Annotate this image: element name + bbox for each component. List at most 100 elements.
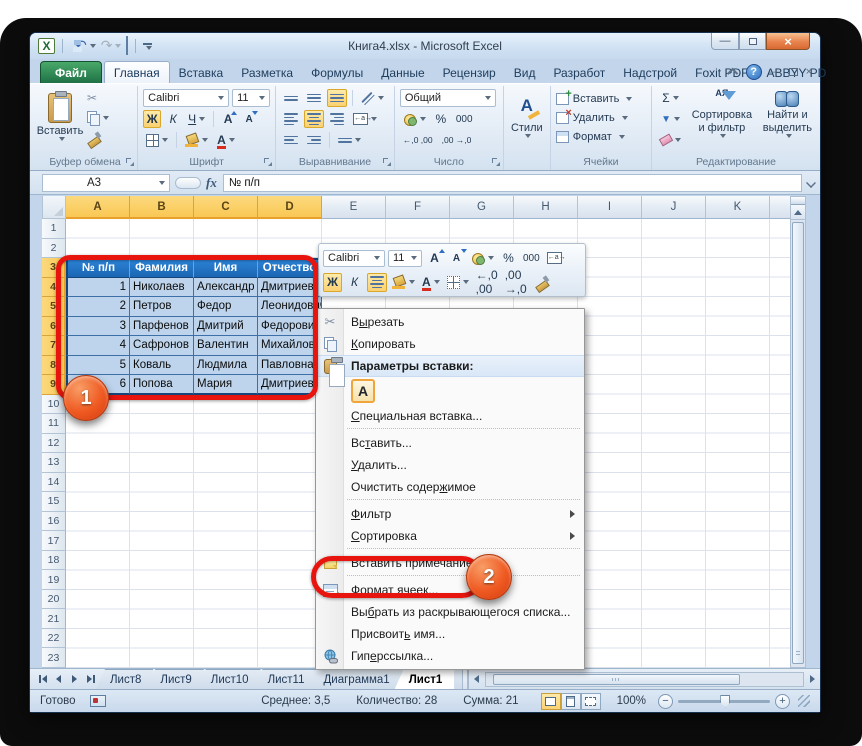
table-cell[interactable]: 5 bbox=[66, 356, 130, 376]
italic-button[interactable]: К bbox=[164, 110, 182, 128]
row-header-9[interactable]: 9 bbox=[42, 375, 66, 395]
sheet-tab-sheet1[interactable]: Лист1 bbox=[395, 669, 455, 689]
decrease-indent-button[interactable] bbox=[281, 131, 301, 149]
column-header-C[interactable]: C bbox=[194, 196, 258, 219]
table-cell[interactable]: 6 bbox=[66, 375, 130, 395]
row-header-1[interactable]: 1 bbox=[42, 219, 66, 239]
mini-center-button[interactable] bbox=[367, 273, 387, 292]
sort-filter-button[interactable]: АЯ Сортировка и фильтр bbox=[688, 89, 756, 149]
table-cell[interactable]: Мария bbox=[194, 375, 258, 395]
sheet-tab-sheet8[interactable]: Лист8 bbox=[96, 669, 153, 689]
row-header-21[interactable]: 21 bbox=[42, 609, 66, 629]
table-cell[interactable]: Дмитрий bbox=[194, 317, 258, 337]
mini-decrease-decimal-button[interactable]: ,00→,0 bbox=[503, 273, 529, 292]
workbook-restore-button[interactable] bbox=[789, 68, 798, 76]
mini-bold-button[interactable]: Ж bbox=[323, 273, 342, 292]
row-header-14[interactable]: 14 bbox=[42, 473, 66, 493]
format-painter-button[interactable] bbox=[85, 129, 111, 147]
wrap-text-button[interactable] bbox=[335, 131, 364, 149]
mini-merge-button[interactable] bbox=[545, 249, 564, 268]
column-header-L[interactable]: L bbox=[770, 196, 790, 219]
horizontal-scrollbar[interactable] bbox=[468, 669, 820, 689]
table-cell[interactable]: Дмитриевич bbox=[258, 278, 322, 298]
menu-item-insert-cells[interactable]: Вставить... bbox=[316, 432, 584, 454]
middle-align-button[interactable] bbox=[304, 89, 324, 107]
row-header-22[interactable]: 22 bbox=[42, 629, 66, 649]
print-preview-button[interactable] bbox=[126, 37, 128, 55]
resize-grip[interactable] bbox=[798, 695, 810, 707]
percent-style-button[interactable]: % bbox=[432, 110, 450, 128]
row-header-16[interactable]: 16 bbox=[42, 512, 66, 532]
zoom-out-button[interactable]: − bbox=[658, 694, 673, 709]
row-header-8[interactable]: 8 bbox=[42, 356, 66, 376]
sheet-tab-chart1[interactable]: Диаграмма1 bbox=[310, 669, 402, 689]
column-header-H[interactable]: H bbox=[514, 196, 578, 219]
align-right-button[interactable] bbox=[327, 110, 347, 128]
scroll-left-button[interactable] bbox=[469, 672, 484, 687]
first-sheet-button[interactable] bbox=[36, 673, 49, 686]
table-header-cell[interactable]: № п/п bbox=[66, 260, 130, 278]
font-color-button[interactable]: A bbox=[214, 131, 238, 149]
paste-option-paste-values[interactable]: A bbox=[351, 379, 375, 403]
mini-font-name-select[interactable]: Calibri bbox=[323, 250, 385, 267]
table-cell[interactable]: Валентин bbox=[194, 336, 258, 356]
mini-comma-button[interactable]: 000 bbox=[521, 249, 542, 268]
table-header-cell[interactable]: Отчество bbox=[258, 260, 322, 278]
underline-button[interactable]: Ч bbox=[185, 110, 208, 128]
table-header-cell[interactable]: Имя bbox=[194, 260, 258, 278]
zoom-in-button[interactable]: + bbox=[775, 694, 790, 709]
row-header-6[interactable]: 6 bbox=[42, 317, 66, 337]
sheet-tab-sheet10[interactable]: Лист10 bbox=[197, 669, 261, 689]
row-header-10[interactable]: 10 bbox=[42, 395, 66, 415]
fill-button[interactable]: ▼ bbox=[657, 110, 684, 128]
table-cell[interactable]: Парфенов bbox=[130, 317, 194, 337]
format-button[interactable]: Формат bbox=[556, 127, 646, 146]
table-cell[interactable]: Дмитриевна bbox=[258, 375, 322, 395]
menu-item-delete-cells[interactable]: Удалить... bbox=[316, 454, 584, 476]
name-box[interactable]: A3 bbox=[42, 174, 170, 192]
mini-fill-color-button[interactable] bbox=[390, 273, 417, 292]
excel-logo-icon[interactable]: X bbox=[38, 38, 55, 54]
next-sheet-button[interactable] bbox=[68, 673, 81, 686]
ribbon-tab-formulas[interactable]: Формулы bbox=[302, 62, 372, 83]
row-header-20[interactable]: 20 bbox=[42, 590, 66, 610]
ribbon-tab-page-layout[interactable]: Разметка bbox=[232, 62, 302, 83]
vertical-scroll-thumb[interactable] bbox=[792, 222, 804, 664]
mini-grow-font-button[interactable]: A bbox=[425, 249, 444, 268]
mini-format-painter-button[interactable] bbox=[532, 273, 551, 292]
merge-center-button[interactable] bbox=[350, 110, 380, 128]
menu-item-paste-special[interactable]: Специальная вставка... bbox=[316, 405, 584, 427]
mini-italic-button[interactable]: К bbox=[345, 273, 364, 292]
row-header-11[interactable]: 11 bbox=[42, 414, 66, 434]
table-cell[interactable]: Людмила bbox=[194, 356, 258, 376]
row-header-7[interactable]: 7 bbox=[42, 336, 66, 356]
menu-item-define-name[interactable]: Присвоить имя... bbox=[316, 623, 584, 645]
dialog-launcher-icon[interactable] bbox=[264, 158, 273, 167]
row-header-23[interactable]: 23 bbox=[42, 648, 66, 668]
accounting-format-button[interactable] bbox=[400, 110, 429, 128]
dialog-launcher-icon[interactable] bbox=[126, 158, 135, 167]
mini-percent-button[interactable]: % bbox=[499, 249, 518, 268]
font-name-select[interactable]: Calibri bbox=[143, 89, 229, 107]
find-select-button[interactable]: Найти и выделить bbox=[760, 89, 815, 149]
insert-cells-button[interactable]: Вставить bbox=[556, 89, 646, 108]
column-header-I[interactable]: I bbox=[578, 196, 642, 219]
column-header-E[interactable]: E bbox=[322, 196, 386, 219]
scroll-up-button[interactable] bbox=[791, 205, 805, 220]
row-header-5[interactable]: 5 bbox=[42, 297, 66, 317]
bold-button[interactable]: Ж bbox=[143, 110, 161, 128]
table-cell[interactable]: 4 bbox=[66, 336, 130, 356]
zoom-level[interactable]: 100% bbox=[617, 695, 646, 707]
copy-button[interactable] bbox=[85, 109, 111, 127]
dialog-launcher-icon[interactable] bbox=[492, 158, 501, 167]
ribbon-tab-data[interactable]: Данные bbox=[372, 62, 433, 83]
mini-font-color-button[interactable]: A bbox=[420, 273, 442, 292]
scrollbar-split-handle[interactable] bbox=[791, 197, 805, 205]
table-cell[interactable]: Павловна bbox=[258, 356, 322, 376]
shrink-font-button[interactable]: A bbox=[240, 110, 258, 128]
row-header-3[interactable]: 3 bbox=[42, 258, 66, 278]
menu-item-filter[interactable]: Фильтр bbox=[316, 503, 584, 525]
table-cell[interactable]: Коваль bbox=[130, 356, 194, 376]
row-header-17[interactable]: 17 bbox=[42, 531, 66, 551]
increase-indent-button[interactable] bbox=[304, 131, 324, 149]
